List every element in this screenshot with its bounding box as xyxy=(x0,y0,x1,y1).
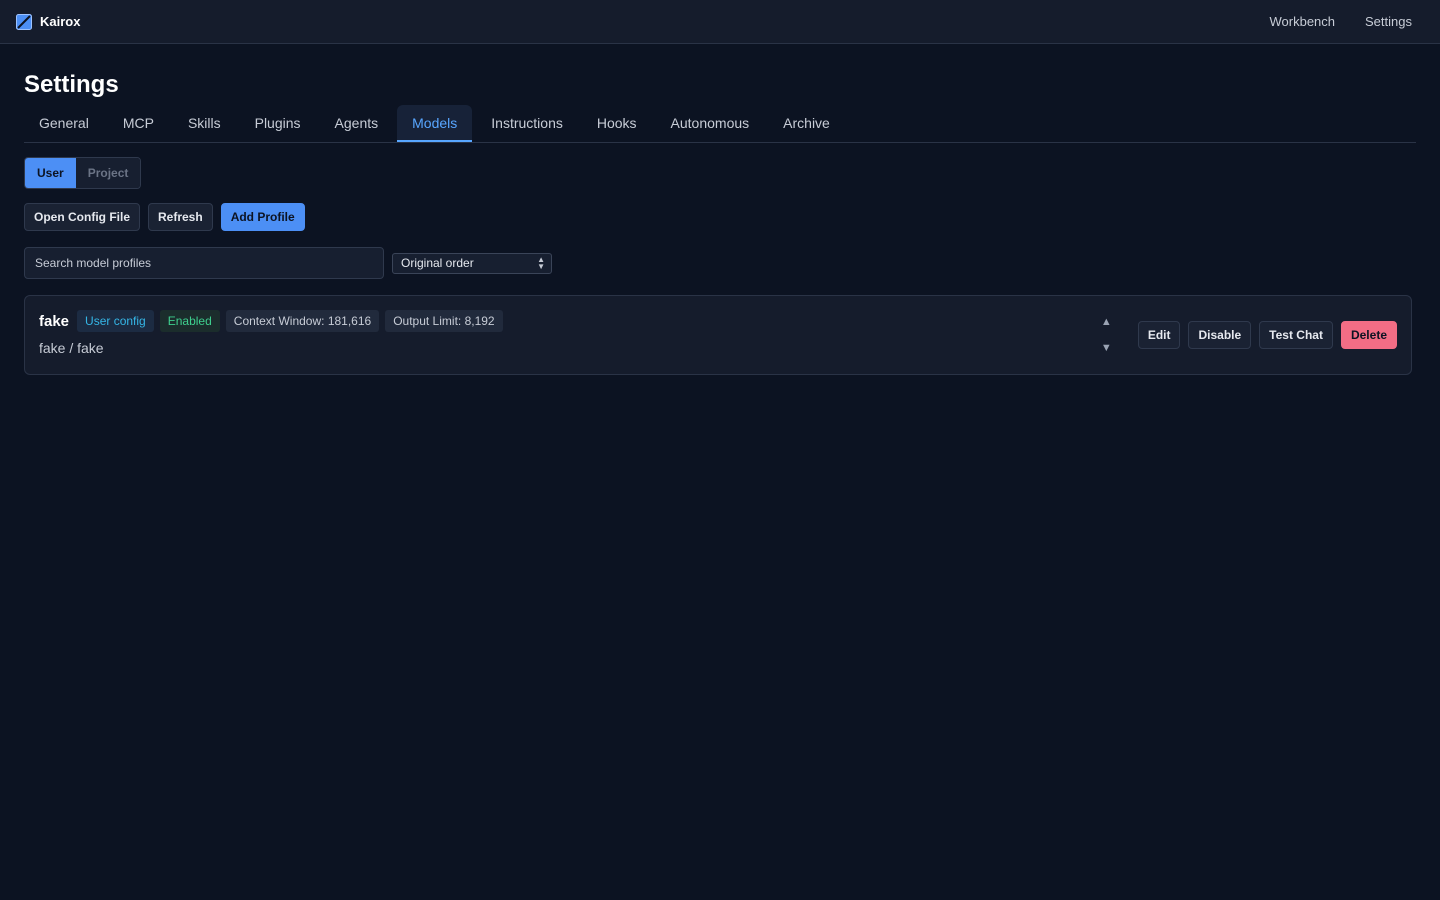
settings-tabs: General MCP Skills Plugins Agents Models… xyxy=(24,105,1416,143)
filter-bar: Original order ▲▼ xyxy=(24,247,1416,279)
scope-toggle: User Project xyxy=(24,157,142,189)
sort-select[interactable]: Original order ▲ ▼ xyxy=(392,252,552,274)
nav-settings-link[interactable]: Settings xyxy=(1365,14,1412,29)
tab-mcp[interactable]: MCP xyxy=(108,105,169,142)
nav-workbench-link[interactable]: Workbench xyxy=(1270,14,1336,29)
move-down-icon[interactable]: ▼ xyxy=(1101,340,1112,356)
tab-archive[interactable]: Archive xyxy=(768,105,845,142)
disable-button[interactable]: Disable xyxy=(1188,321,1252,349)
edit-button[interactable]: Edit xyxy=(1137,321,1181,349)
status-badge: Enabled xyxy=(159,310,220,332)
model-profile-card: fake User config Enabled Context Window:… xyxy=(24,295,1412,375)
tab-skills[interactable]: Skills xyxy=(173,105,236,142)
add-profile-button[interactable]: Add Profile xyxy=(220,203,305,231)
delete-button[interactable]: Delete xyxy=(1340,321,1397,349)
context-window-badge: Context Window: 181,616 xyxy=(225,310,380,332)
brand[interactable]: Kairox xyxy=(16,13,81,30)
app-name: Kairox xyxy=(40,14,81,29)
search-input[interactable] xyxy=(24,247,384,279)
tab-general[interactable]: General xyxy=(24,105,104,142)
output-limit-badge: Output Limit: 8,192 xyxy=(385,310,503,332)
profile-name: fake xyxy=(39,312,70,330)
scope-project-button[interactable]: Project xyxy=(75,158,141,188)
tab-instructions[interactable]: Instructions xyxy=(476,105,578,142)
tab-agents[interactable]: Agents xyxy=(320,105,394,142)
main-content: Settings General MCP Skills Plugins Agen… xyxy=(0,67,1440,375)
action-bar: Open Config File Refresh Add Profile xyxy=(24,203,1416,231)
profile-actions: ▲ ▼ Edit Disable Test Chat Delete xyxy=(1101,296,1397,374)
move-up-icon[interactable]: ▲ xyxy=(1101,314,1112,330)
tab-models[interactable]: Models xyxy=(397,105,473,142)
top-nav: Workbench Settings xyxy=(1270,14,1413,29)
tab-hooks[interactable]: Hooks xyxy=(582,105,652,142)
test-chat-button[interactable]: Test Chat xyxy=(1259,321,1333,349)
top-bar: Kairox Workbench Settings xyxy=(0,0,1440,44)
reorder-controls: ▲ ▼ xyxy=(1101,314,1112,356)
refresh-button[interactable]: Refresh xyxy=(148,203,213,231)
open-config-file-button[interactable]: Open Config File xyxy=(24,203,140,231)
sort-select-value: Original order xyxy=(401,255,474,270)
scope-user-button[interactable]: User xyxy=(25,158,76,188)
page-title: Settings xyxy=(24,71,119,98)
chevron-updown-icon: ▲ ▼ xyxy=(537,254,545,271)
tab-plugins[interactable]: Plugins xyxy=(240,105,316,142)
kairox-logo-icon xyxy=(16,13,32,30)
source-badge: User config xyxy=(77,310,154,332)
tab-autonomous[interactable]: Autonomous xyxy=(656,105,765,142)
